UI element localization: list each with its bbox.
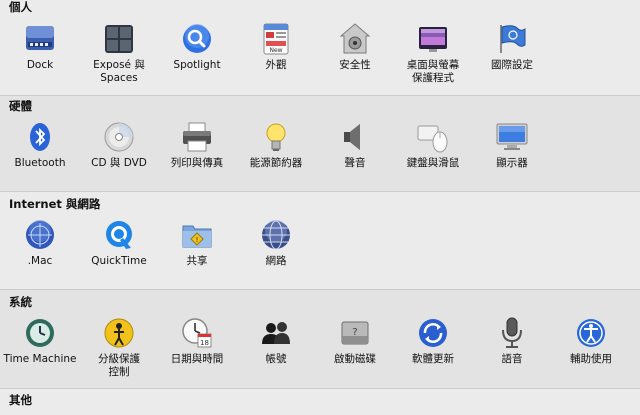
pane-label: 語音 [501,353,523,365]
pane-mac[interactable]: .Mac [1,218,79,268]
pane-label: 能源節約器 [249,157,303,169]
pane-sharing[interactable]: ! 共享 [158,218,236,268]
pane-label: 啟動磁碟 [334,353,376,365]
pane-label: 網路 [265,255,287,267]
pane-label: 帳號 [265,353,287,365]
pane-accounts[interactable]: 帳號 [237,316,315,366]
pane-cd-dvd[interactable]: CD 與 DVD [80,120,158,170]
pane-quicktime[interactable]: QuickTime [80,218,158,268]
desktop-screensaver-icon [416,22,450,56]
pane-sound[interactable]: 聲音 [316,120,394,170]
sharing-icon: ! [180,218,214,252]
pane-software-update[interactable]: 軟體更新 [394,316,472,366]
pane-spotlight[interactable]: Spotlight [158,22,236,72]
dock-icon [23,22,57,56]
pane-label: 軟體更新 [412,353,454,365]
pane-desktop-screensaver[interactable]: 桌面與螢幕 保護程式 [394,22,472,85]
time-machine-icon [23,316,57,350]
pane-label: 聲音 [344,157,366,169]
international-icon [495,22,529,56]
pane-label-line2: 保護程式 [412,72,454,84]
pane-label: 日期與時間 [170,353,224,365]
pane-label-line2: Spaces [100,72,138,84]
network-icon [259,218,293,252]
pane-label-line1: 分級保護 [98,353,140,365]
bluetooth-icon [23,120,57,154]
pane-time-machine[interactable]: Time Machine [1,316,79,366]
speech-icon [495,316,529,350]
accounts-icon [259,316,293,350]
cd-dvd-icon [102,120,136,154]
spotlight-icon [180,22,214,56]
pane-dock[interactable]: Dock [1,22,79,72]
pane-date-time[interactable]: 18 日期與時間 [158,316,236,366]
startup-disk-icon: ? [338,316,372,350]
pane-security[interactable]: 安全性 [316,22,394,72]
section-title-system: 系統 [9,295,32,309]
pane-speech[interactable]: 語音 [473,316,551,366]
section-title-internet: Internet 與網路 [9,197,101,211]
energy-saver-icon [259,120,293,154]
svg-text:!: ! [196,236,199,244]
pane-bluetooth[interactable]: Bluetooth [1,120,79,170]
pane-label: 安全性 [339,59,371,71]
pane-print-fax[interactable]: 列印與傳真 [158,120,236,170]
pane-label: 共享 [186,255,208,267]
section-title-personal: 個人 [9,0,32,14]
sound-icon [338,120,372,154]
section-other [0,389,640,415]
svg-text:New: New [269,47,282,54]
pane-label: CD 與 DVD [91,157,147,169]
pane-label: 輔助使用 [570,353,612,365]
pane-network[interactable]: 網路 [237,218,315,268]
pane-label-line2: 控制 [108,366,130,378]
pane-displays[interactable]: 顯示器 [473,120,551,170]
pane-label-line1: 桌面與螢幕 [406,59,460,71]
pane-startup-disk[interactable]: ? 啟動磁碟 [316,316,394,366]
appearance-icon: New [259,22,293,56]
date-time-icon: 18 [180,316,214,350]
pane-label: 國際設定 [491,59,533,71]
expose-spaces-icon [102,22,136,56]
pane-label: 顯示器 [496,157,528,169]
pane-label: .Mac [27,255,53,267]
quicktime-icon [102,218,136,252]
parental-controls-icon [102,316,136,350]
pane-universal-access[interactable]: 輔助使用 [552,316,630,366]
universal-access-icon [574,316,608,350]
pane-label: Time Machine [3,353,77,365]
pane-label: Spotlight [173,59,221,71]
software-update-icon [416,316,450,350]
pane-label: 鍵盤與滑鼠 [406,157,460,169]
pane-expose-spaces[interactable]: Exposé 與 Spaces [80,22,158,85]
section-title-hardware: 硬體 [9,99,32,113]
pane-keyboard-mouse[interactable]: 鍵盤與滑鼠 [394,120,472,170]
pane-energy-saver[interactable]: 能源節約器 [237,120,315,170]
pane-label: 外觀 [265,59,287,71]
section-title-other: 其他 [9,393,32,407]
pane-parental-controls[interactable]: 分級保護 控制 [80,316,158,379]
pane-appearance[interactable]: New 外觀 [237,22,315,72]
svg-text:18: 18 [200,339,209,347]
keyboard-mouse-icon [416,120,450,154]
pane-label: QuickTime [91,255,147,267]
pane-label: 列印與傳真 [170,157,224,169]
print-fax-icon [180,120,214,154]
svg-text:?: ? [352,327,357,338]
pane-label: Dock [26,59,54,71]
pane-label-line1: Exposé 與 [93,59,145,71]
security-icon [338,22,372,56]
displays-icon [495,120,529,154]
mac-icon [23,218,57,252]
pane-international[interactable]: 國際設定 [473,22,551,72]
pane-label: Bluetooth [14,157,66,169]
